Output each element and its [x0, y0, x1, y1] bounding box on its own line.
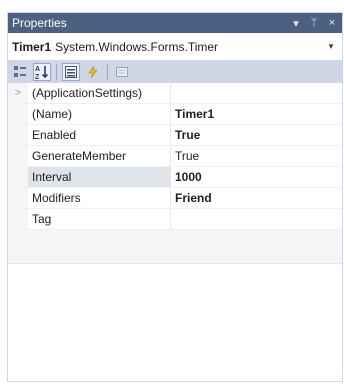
property-grid: > (ApplicationSettings) (Name) Timer1 En… [8, 83, 342, 230]
property-row[interactable]: Tag [8, 209, 342, 230]
row-gutter [8, 209, 28, 229]
property-row[interactable]: > (ApplicationSettings) [8, 83, 342, 104]
row-gutter [8, 167, 28, 187]
window-controls: ▾ ᛘ × [290, 17, 338, 30]
row-gutter [8, 125, 28, 145]
svg-text:A: A [35, 66, 40, 73]
svg-text:Z: Z [35, 74, 40, 80]
alphabetical-icon[interactable]: A Z [33, 63, 51, 81]
row-gutter [8, 104, 28, 124]
property-row[interactable]: GenerateMember True [8, 146, 342, 167]
property-value[interactable] [171, 83, 342, 103]
property-name: (ApplicationSettings) [28, 83, 171, 103]
property-value[interactable]: 1000 [171, 167, 342, 187]
property-value[interactable] [171, 209, 342, 229]
property-value[interactable]: Timer1 [171, 104, 342, 124]
description-pane [8, 263, 342, 381]
property-row[interactable]: Modifiers Friend [8, 188, 342, 209]
property-value[interactable]: Friend [171, 188, 342, 208]
object-selector[interactable]: Timer1 System.Windows.Forms.Timer ▾ [8, 33, 342, 61]
property-pages-icon[interactable] [113, 63, 131, 81]
property-name: Modifiers [28, 188, 171, 208]
property-value[interactable]: True [171, 125, 342, 145]
events-icon[interactable] [84, 63, 102, 81]
categorized-icon[interactable] [11, 63, 29, 81]
properties-toolbar: A Z [8, 61, 342, 83]
object-type: System.Windows.Forms.Timer [55, 39, 219, 54]
panel-title: Properties [12, 16, 67, 30]
property-value[interactable]: True [171, 146, 342, 166]
properties-window: Properties ▾ ᛘ × Timer1 System.Windows.F… [7, 12, 343, 382]
property-name: (Name) [28, 104, 171, 124]
close-icon[interactable]: × [326, 17, 338, 29]
window-position-dropdown-icon[interactable]: ▾ [290, 17, 302, 30]
row-gutter [8, 188, 28, 208]
property-name: Tag [28, 209, 171, 229]
property-row-selected[interactable]: Interval 1000 [8, 167, 342, 188]
row-gutter [8, 146, 28, 166]
property-row[interactable]: (Name) Timer1 [8, 104, 342, 125]
expand-chevron-icon[interactable]: > [8, 83, 28, 103]
object-name: Timer1 [12, 39, 52, 54]
toolbar-separator [56, 64, 57, 80]
title-bar[interactable]: Properties ▾ ᛘ × [8, 13, 342, 33]
object-dropdown-icon[interactable]: ▾ [324, 41, 338, 52]
property-name: Enabled [28, 125, 171, 145]
toolbar-separator [107, 64, 108, 80]
properties-icon[interactable] [62, 63, 80, 81]
pin-icon[interactable]: ᛘ [308, 17, 320, 29]
property-name: Interval [28, 167, 171, 187]
property-row[interactable]: Enabled True [8, 125, 342, 146]
property-name: GenerateMember [28, 146, 171, 166]
